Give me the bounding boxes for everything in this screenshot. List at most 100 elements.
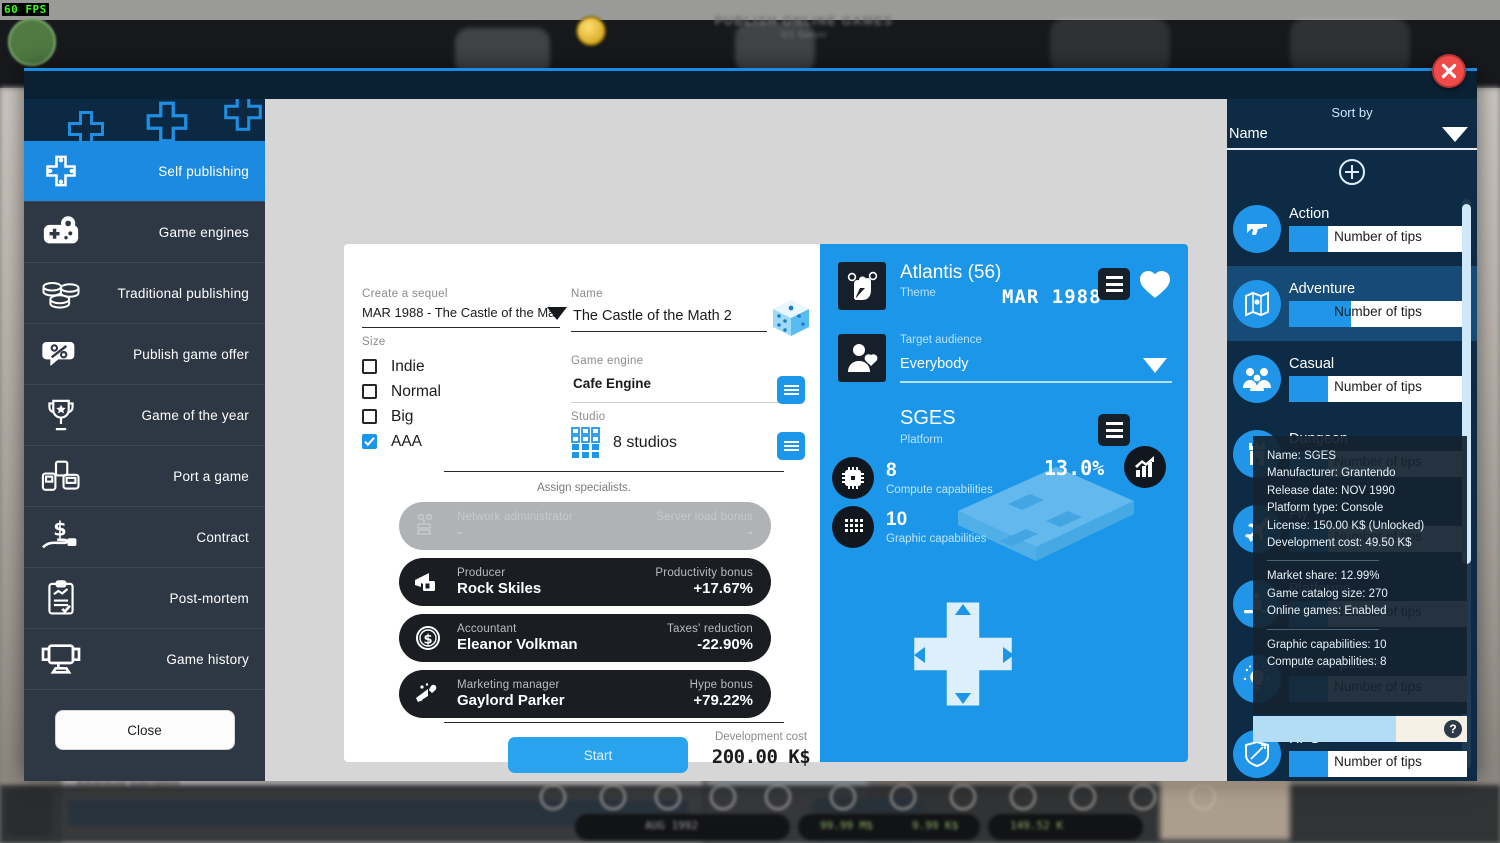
- close-dialog-button[interactable]: [1432, 54, 1466, 88]
- development-cost: Development cost 200.00 K$: [696, 731, 826, 768]
- name-field[interactable]: Name The Castle of the Math 2: [571, 288, 767, 332]
- specialist-row-network-administrator[interactable]: Network administrator - Server load bonu…: [399, 502, 771, 550]
- chevron-down-icon[interactable]: [546, 305, 568, 321]
- sequel-field[interactable]: Create a sequel MAR 1988 - The Castle of…: [362, 288, 567, 328]
- graphic-value: 10: [886, 509, 908, 530]
- svg-text:$: $: [53, 519, 66, 541]
- size-option-big[interactable]: Big: [362, 404, 552, 429]
- sidebar-item-label: Post-mortem: [169, 590, 249, 606]
- bg-toolbar-icon: [1130, 784, 1156, 810]
- checkbox-big[interactable]: [362, 409, 377, 424]
- map-icon[interactable]: [1233, 279, 1281, 328]
- genre-tips-bar[interactable]: Number of tips: [1289, 375, 1467, 402]
- audience-label: Target audience: [900, 334, 982, 346]
- sidebar-item-contract[interactable]: $ Contract: [24, 507, 265, 568]
- theme-name: Atlantis (56): [900, 262, 1002, 283]
- engine-label: Game engine: [571, 355, 644, 367]
- sidebar-item-game-history[interactable]: Game history: [24, 629, 265, 690]
- sidebar-item-publish-game-offer[interactable]: Publish game offer: [24, 324, 265, 385]
- specialist-role: Producer: [457, 567, 506, 579]
- size-option-normal[interactable]: Normal: [362, 379, 552, 404]
- theme-select-button[interactable]: [1098, 268, 1130, 300]
- engine-select-button[interactable]: [777, 376, 805, 404]
- sidebar-item-game-engines[interactable]: Game engines: [24, 202, 265, 263]
- genre-row-adventure[interactable]: Adventure Number of tips: [1227, 266, 1477, 341]
- tooltip-line: Manufacturer: Grantendo: [1267, 467, 1396, 480]
- bg-toolbar-icon: [890, 784, 916, 810]
- bg-toolbar-icon: [1010, 784, 1036, 810]
- genre-row-action[interactable]: Action Number of tips: [1227, 191, 1477, 266]
- sequel-label: Create a sequel: [362, 288, 448, 300]
- checkbox-aaa[interactable]: [362, 434, 377, 449]
- genre-tips-bar[interactable]: Number of tips: [1289, 750, 1467, 777]
- specialist-name: -: [457, 524, 462, 541]
- monitor-icon: [24, 641, 98, 677]
- add-genre-button[interactable]: [1227, 150, 1477, 194]
- name-input[interactable]: The Castle of the Math 2: [573, 308, 732, 324]
- help-icon[interactable]: ?: [1444, 720, 1462, 738]
- tooltip-line: Platform type: Console: [1267, 502, 1384, 515]
- genre-tips-bar[interactable]: Number of tips: [1289, 225, 1467, 252]
- tooltip-line: Online games: Enabled: [1267, 605, 1387, 618]
- start-button[interactable]: Start: [508, 737, 688, 773]
- game-creation-form: Create a sequel MAR 1988 - The Castle of…: [344, 244, 824, 773]
- favorite-heart-icon[interactable]: [1138, 268, 1172, 300]
- genre-bar-label: Number of tips: [1334, 303, 1422, 319]
- studio-field[interactable]: Studio 8 studios: [571, 411, 783, 459]
- audience-row[interactable]: Target audience Everybody: [838, 334, 1172, 383]
- studio-select-button[interactable]: [777, 432, 805, 460]
- genre-tips-bar[interactable]: Number of tips: [1289, 300, 1467, 327]
- platform-tooltip: Name: SGES Manufacturer: Grantendo Relea…: [1253, 436, 1467, 714]
- platform-select-button[interactable]: [1098, 414, 1130, 446]
- sidebar-item-label: Publish game offer: [133, 346, 249, 362]
- money-hand-icon: $: [24, 519, 98, 555]
- sidebar-item-port-a-game[interactable]: Port a game: [24, 446, 265, 507]
- specialist-row-producer[interactable]: Producer Rock Skiles Productivity bonus …: [399, 558, 771, 606]
- gun-icon[interactable]: [1233, 204, 1281, 253]
- megaphone-icon: [411, 565, 445, 599]
- sequel-value: MAR 1988 - The Castle of the Ma: [362, 305, 556, 320]
- genre-bar-label: Number of tips: [1334, 228, 1422, 244]
- compute-label: Compute capabilities: [886, 484, 993, 496]
- checkbox-normal[interactable]: [362, 384, 377, 399]
- chevron-down-icon[interactable]: [1142, 356, 1168, 374]
- bg-date-text: AUG 1992: [645, 819, 698, 832]
- sidebar-item-self-publishing[interactable]: Self publishing: [24, 141, 265, 202]
- sidebar-item-label: Game engines: [158, 224, 249, 240]
- sidebar-item-label: Traditional publishing: [117, 285, 249, 301]
- development-cost-label: Development cost: [714, 731, 808, 743]
- chevron-down-icon[interactable]: [1441, 125, 1469, 143]
- genre-name: Casual: [1289, 355, 1335, 372]
- size-option-aaa[interactable]: AAA: [362, 429, 552, 454]
- sort-by-select[interactable]: Name: [1227, 120, 1477, 150]
- specialist-row-accountant[interactable]: $ Accountant Eleanor Volkman Taxes' redu…: [399, 614, 771, 662]
- compute-value: 8: [886, 460, 897, 481]
- specialist-row-marketing-manager[interactable]: Marketing manager Gaylord Parker Hype bo…: [399, 670, 771, 718]
- randomize-dice-icon[interactable]: [767, 294, 815, 342]
- genre-row-casual[interactable]: Casual Number of tips: [1227, 341, 1477, 416]
- bg-toolbar-icon: [950, 784, 976, 810]
- close-button[interactable]: Close: [54, 710, 235, 750]
- bg-toolbar-icon: [600, 784, 626, 810]
- graphic-label: Graphic capabilities: [886, 533, 987, 545]
- genre-bar-fill: [1289, 375, 1329, 402]
- market-trend-icon[interactable]: [1124, 446, 1166, 488]
- bg-money2-text: 9.99 K$: [912, 819, 959, 832]
- clipboard-icon: [24, 580, 98, 616]
- engine-field[interactable]: Game engine Cafe Engine: [571, 355, 783, 403]
- tooltip-progress-bar: ?: [1253, 716, 1467, 742]
- family-icon[interactable]: [1233, 354, 1281, 403]
- genre-name: Adventure: [1289, 280, 1356, 297]
- main-content: Create a sequel MAR 1988 - The Castle of…: [265, 99, 1467, 781]
- size-option-indie[interactable]: Indie: [362, 354, 552, 379]
- platform-info: SGES Platform: [900, 407, 956, 446]
- progress-fill: [1253, 716, 1397, 742]
- sidebar-item-post-mortem[interactable]: Post-mortem: [24, 568, 265, 629]
- development-cost-value: 200.00 K$: [711, 746, 811, 768]
- sidebar-item-traditional-publishing[interactable]: Traditional publishing: [24, 263, 265, 324]
- engine-value: Cafe Engine: [573, 376, 652, 391]
- market-share-value: 13.0%: [1044, 456, 1105, 480]
- checkbox-indie[interactable]: [362, 359, 377, 374]
- bg-toolbar-icon: [1070, 784, 1096, 810]
- sidebar-item-game-of-the-year[interactable]: Game of the year: [24, 385, 265, 446]
